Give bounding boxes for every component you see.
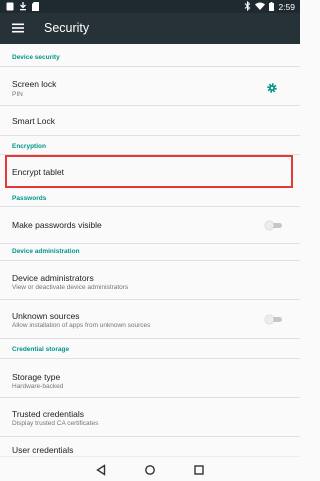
- battery-icon: [269, 1, 275, 13]
- back-icon[interactable]: [95, 463, 107, 476]
- status-bar: 2:59: [0, 0, 300, 13]
- user-credentials-title: User credentials: [12, 445, 74, 455]
- toggle-thumb: [265, 221, 274, 230]
- status-bar-left: [6, 2, 39, 13]
- notification-icon: [6, 2, 14, 13]
- make-passwords-visible-title: Make passwords visible: [12, 220, 102, 230]
- section-header-encryption: Encryption: [12, 143, 46, 150]
- unknown-sources-title: Unknown sources: [12, 311, 80, 321]
- trusted-credentials-summary: Display trusted CA certificates: [12, 420, 99, 427]
- user-credentials-item[interactable]: User credentials: [0, 437, 300, 456]
- make-passwords-visible-item[interactable]: Make passwords visible: [0, 207, 300, 242]
- smart-lock-item[interactable]: Smart Lock: [0, 106, 300, 134]
- screen-lock-title: Screen lock: [12, 79, 57, 89]
- page-title: Security: [44, 21, 90, 35]
- home-icon[interactable]: [144, 463, 156, 475]
- trusted-credentials-item[interactable]: Trusted credentials Display trusted CA c…: [0, 398, 300, 435]
- unknown-sources-toggle[interactable]: [265, 315, 282, 324]
- screen-lock-summary: PIN: [12, 91, 23, 98]
- settings-list[interactable]: Device security Screen lock PIN Smart Lo…: [0, 44, 300, 456]
- divider: [0, 338, 300, 339]
- unknown-sources-summary: Allow installation of apps from unknown …: [12, 322, 151, 329]
- make-passwords-visible-toggle[interactable]: [265, 221, 282, 230]
- trusted-credentials-title: Trusted credentials: [12, 409, 84, 419]
- toggle-thumb: [265, 315, 274, 324]
- device-administrators-summary: View or deactivate device administrators: [12, 284, 129, 291]
- section-header-device-administration: Device administration: [12, 248, 80, 255]
- device-administrators-item[interactable]: Device administrators View or deactivate…: [0, 261, 300, 298]
- clock: 2:59: [278, 2, 295, 12]
- unknown-sources-item[interactable]: Unknown sources Allow installation of ap…: [0, 300, 300, 337]
- smart-lock-title: Smart Lock: [12, 116, 55, 126]
- app-bar: Security: [0, 13, 300, 44]
- storage-type-summary: Hardware-backed: [12, 383, 64, 390]
- storage-type-title: Storage type: [12, 372, 61, 382]
- download-icon: [19, 2, 27, 13]
- sd-card-icon: [32, 2, 39, 13]
- screen-lock-item[interactable]: Screen lock PIN: [0, 67, 300, 105]
- section-header-passwords: Passwords: [12, 195, 47, 202]
- divider: [0, 243, 300, 244]
- storage-type-item[interactable]: Storage type Hardware-backed: [0, 359, 300, 396]
- divider: [0, 135, 300, 136]
- device-administrators-title: Device administrators: [12, 273, 94, 283]
- wifi-icon: [255, 2, 266, 12]
- navigation-bar: [0, 456, 300, 481]
- section-header-credential-storage: Credential storage: [12, 346, 70, 353]
- recents-icon[interactable]: [193, 463, 205, 475]
- highlight-box: [5, 155, 293, 188]
- section-header-device-security: Device security: [12, 54, 60, 61]
- hamburger-menu-icon[interactable]: [11, 21, 25, 35]
- gear-icon[interactable]: [266, 81, 278, 93]
- bluetooth-icon: [244, 0, 251, 13]
- status-bar-right: 2:59: [244, 0, 295, 13]
